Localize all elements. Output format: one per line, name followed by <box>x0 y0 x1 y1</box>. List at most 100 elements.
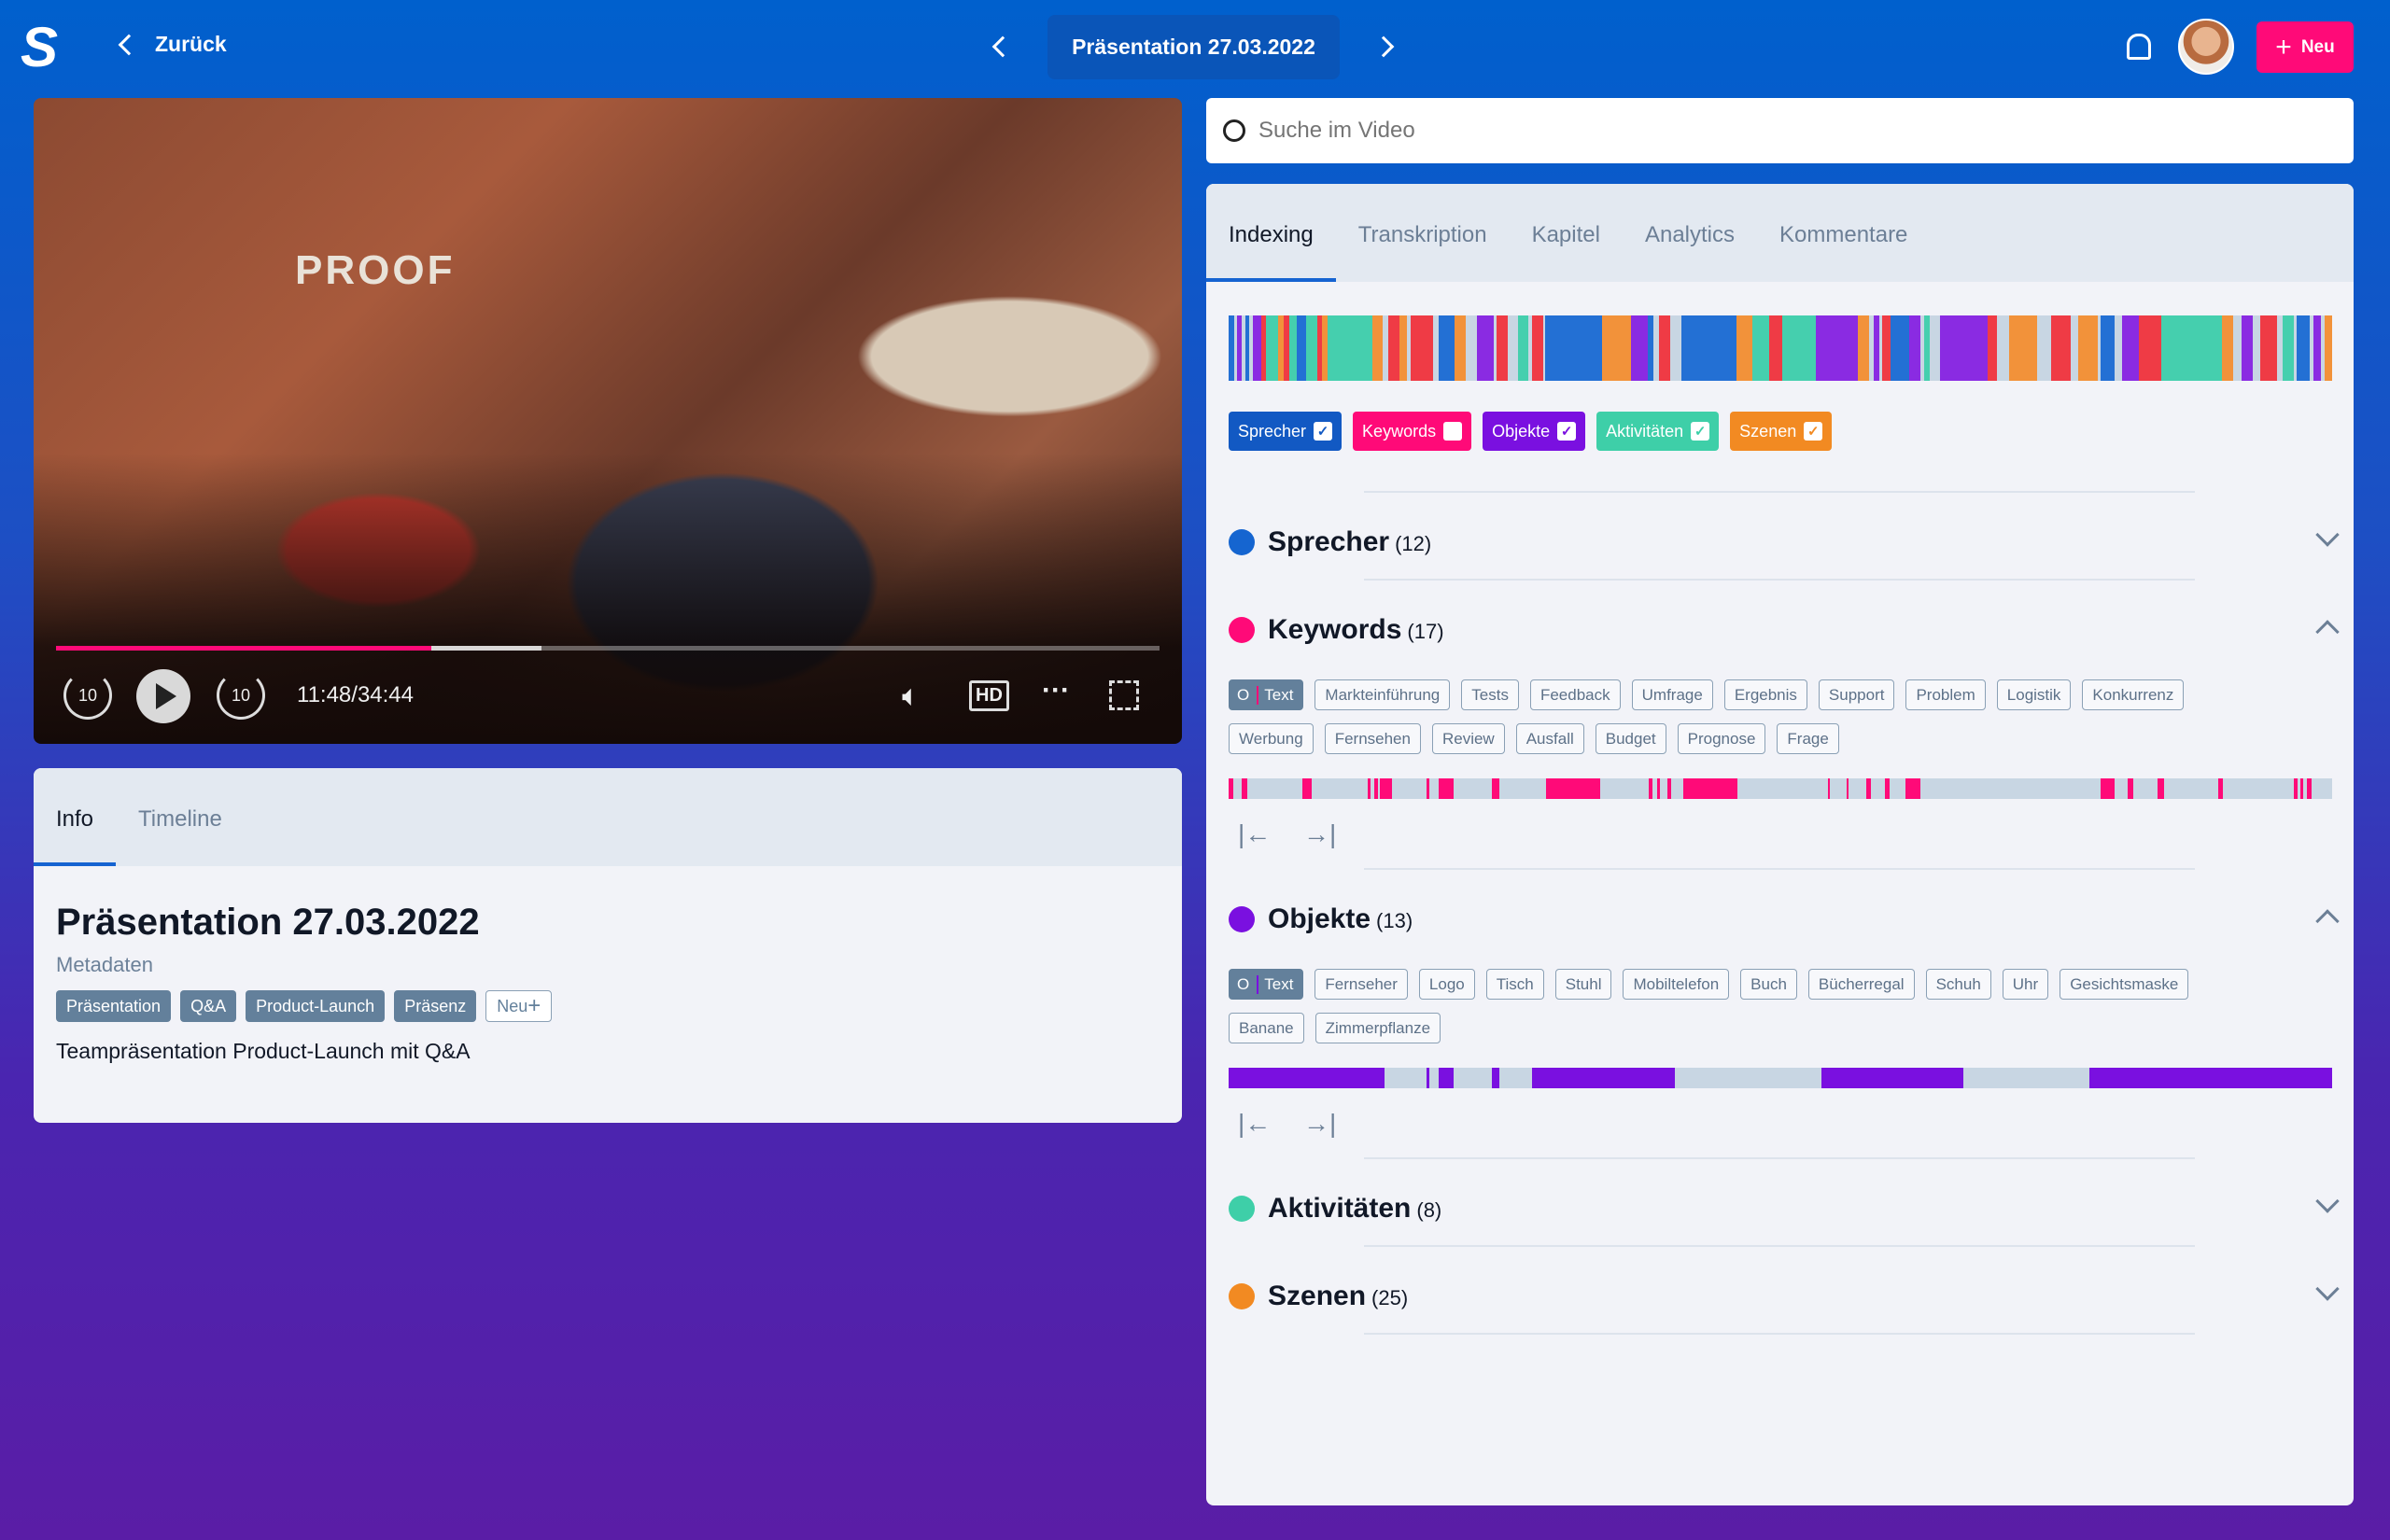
meta-tag[interactable]: Q&A <box>180 990 237 1022</box>
play-button[interactable] <box>136 669 190 723</box>
search-input[interactable] <box>1258 118 2285 144</box>
timeline-segment[interactable] <box>1438 778 1455 799</box>
tag[interactable]: Logo <box>1418 969 1475 1000</box>
tag[interactable]: Fernsehen <box>1324 723 1421 754</box>
checkbox-checked-icon[interactable]: ✓ <box>1804 422 1823 441</box>
filter-aktivitäten[interactable]: Aktivitäten ✓ <box>1596 412 1720 451</box>
timeline-segment[interactable] <box>1656 778 1661 799</box>
tag[interactable]: Werbung <box>1229 723 1314 754</box>
timeline-segment[interactable] <box>2088 1068 2332 1088</box>
timeline-segment[interactable] <box>1532 1068 1675 1088</box>
timeline-segment[interactable] <box>1367 778 1371 799</box>
fullscreen-icon[interactable] <box>1109 680 1139 710</box>
tag[interactable]: Gesichtsmaske <box>2060 969 2189 1000</box>
timeline-segment[interactable] <box>1827 778 1831 799</box>
next-video-button[interactable] <box>1372 35 1395 58</box>
timeline-segment[interactable] <box>1866 778 1871 799</box>
tab-kapitel[interactable]: Kapitel <box>1532 222 1600 282</box>
tag[interactable]: Review <box>1431 723 1505 754</box>
section-timeline[interactable] <box>1229 1068 2332 1088</box>
timeline-segment[interactable] <box>2128 778 2134 799</box>
tag[interactable]: Ausfall <box>1515 723 1584 754</box>
timeline-segment[interactable] <box>1302 778 1312 799</box>
filter-sprecher[interactable]: Sprecher ✓ <box>1229 412 1343 451</box>
meta-tag[interactable]: Präsentation <box>56 990 172 1022</box>
timeline-segment[interactable] <box>2306 778 2312 799</box>
timeline-segment[interactable] <box>2100 778 2116 799</box>
rewind-10-button[interactable]: 10 <box>63 671 112 720</box>
new-button[interactable]: + Neu <box>2256 21 2354 73</box>
chevron-down-icon[interactable] <box>2315 1277 2340 1301</box>
tag[interactable]: Buch <box>1740 969 1797 1000</box>
jump-previous-icon[interactable]: |← <box>1238 1109 1271 1139</box>
timeline-segment[interactable] <box>1426 778 1430 799</box>
bell-icon[interactable] <box>2127 34 2151 60</box>
filter-keywords[interactable]: Keywords <box>1353 412 1472 451</box>
tag[interactable]: Fernseher <box>1314 969 1408 1000</box>
meta-tag[interactable]: Präsenz <box>394 990 477 1022</box>
tab-kommentare[interactable]: Kommentare <box>1779 222 1907 282</box>
tag[interactable]: Umfrage <box>1631 679 1713 710</box>
section-timeline[interactable] <box>1229 778 2332 799</box>
tag[interactable]: Markteinführung <box>1314 679 1451 710</box>
timeline-segment[interactable] <box>1846 778 1849 799</box>
add-tag-button[interactable]: Neu + <box>485 990 553 1022</box>
app-logo[interactable]: S <box>21 20 73 76</box>
prev-video-button[interactable] <box>991 35 1014 58</box>
checkbox-checked-icon[interactable]: ✓ <box>1314 422 1333 441</box>
video-player[interactable]: PROOF 10 10 11:48/34:44 🔈︎ HD ··· <box>34 98 1182 744</box>
timeline-segment[interactable] <box>1667 778 1671 799</box>
timeline-segment[interactable] <box>1229 1068 1385 1088</box>
section-header-objekte[interactable]: Objekte (13) <box>1229 903 1413 935</box>
tag[interactable]: Frage <box>1777 723 1839 754</box>
overview-color-bar[interactable] <box>1229 315 2332 381</box>
tab-transkription[interactable]: Transkription <box>1358 222 1487 282</box>
timeline-segment[interactable] <box>1649 778 1652 799</box>
timeline-segment[interactable] <box>1374 778 1378 799</box>
checkbox-checked-icon[interactable]: ✓ <box>1557 422 1577 441</box>
tag[interactable]: Tisch <box>1485 969 1544 1000</box>
timeline-segment[interactable] <box>1821 1068 1964 1088</box>
chevron-up-icon[interactable] <box>2315 909 2340 933</box>
tag[interactable]: Support <box>1818 679 1895 710</box>
meta-tag[interactable]: Product-Launch <box>246 990 386 1022</box>
tag[interactable]: Konkurrenz <box>2082 679 2185 710</box>
section-header-keywords[interactable]: Keywords (17) <box>1229 614 1444 646</box>
filter-objekte[interactable]: Objekte ✓ <box>1483 412 1586 451</box>
jump-previous-icon[interactable]: |← <box>1238 819 1271 849</box>
hd-button[interactable]: HD <box>969 680 1009 711</box>
forward-10-button[interactable]: 10 <box>217 671 265 720</box>
tab-indexing[interactable]: Indexing <box>1206 222 1336 282</box>
section-header-aktivitäten[interactable]: Aktivitäten (8) <box>1229 1193 1441 1225</box>
chevron-down-icon[interactable] <box>2315 1189 2340 1213</box>
filter-szenen[interactable]: Szenen ✓ <box>1730 412 1833 451</box>
tag[interactable]: Mobiltelefon <box>1623 969 1730 1000</box>
timeline-segment[interactable] <box>2158 778 2165 799</box>
timeline-segment[interactable] <box>1492 778 1499 799</box>
timeline-segment[interactable] <box>1546 778 1601 799</box>
tab-timeline[interactable]: Timeline <box>138 806 222 866</box>
tag[interactable]: Zimmerpflanze <box>1314 1013 1441 1043</box>
timeline-segment[interactable] <box>2293 778 2299 799</box>
volume-icon[interactable]: 🔈︎ <box>902 679 920 714</box>
timeline-segment[interactable] <box>1492 1068 1499 1088</box>
more-button[interactable]: ··· <box>1042 675 1070 707</box>
chevron-up-icon[interactable] <box>2315 620 2340 644</box>
timeline-segment[interactable] <box>1229 778 1233 799</box>
tag[interactable]: Budget <box>1595 723 1666 754</box>
tag[interactable]: Logistik <box>1996 679 2072 710</box>
tag-text-toggle[interactable]: O Text <box>1229 969 1304 1000</box>
tab-info[interactable]: Info <box>34 806 117 866</box>
tag[interactable]: Prognose <box>1677 723 1766 754</box>
timeline-segment[interactable] <box>1682 778 1737 799</box>
section-header-sprecher[interactable]: Sprecher (12) <box>1229 526 1431 558</box>
tag-text-toggle[interactable]: O Text <box>1229 679 1304 710</box>
section-header-szenen[interactable]: Szenen (25) <box>1229 1281 1408 1312</box>
back-button[interactable]: Zurück <box>118 32 227 57</box>
checkbox-unchecked-icon[interactable] <box>1443 422 1463 441</box>
timeline-segment[interactable] <box>1438 1068 1455 1088</box>
tag[interactable]: Uhr <box>2002 969 2049 1000</box>
timeline-segment[interactable] <box>2299 778 2304 799</box>
tag[interactable]: Schuh <box>1925 969 1991 1000</box>
tag[interactable]: Ergebnis <box>1723 679 1807 710</box>
